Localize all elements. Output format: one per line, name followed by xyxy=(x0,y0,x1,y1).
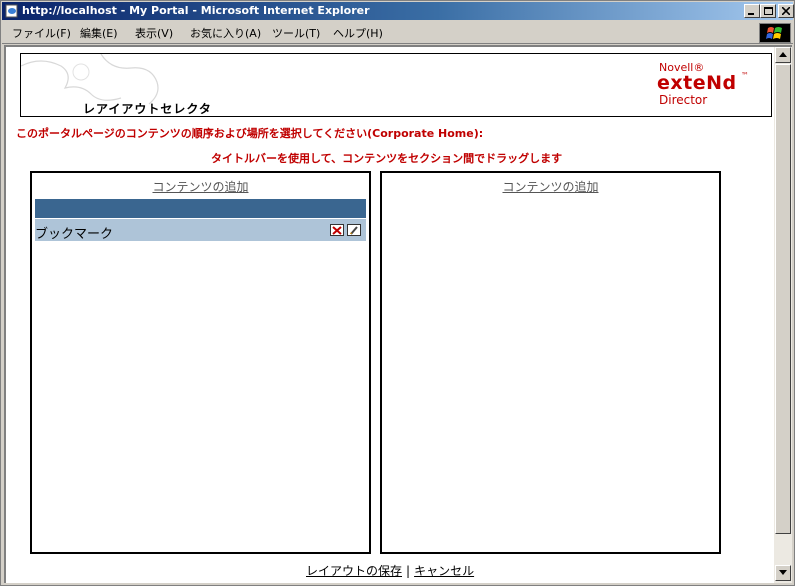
menu-edit[interactable]: 編集(E) xyxy=(80,26,118,41)
edit-portlet-icon[interactable] xyxy=(347,224,361,236)
remove-portlet-icon[interactable] xyxy=(330,224,344,236)
section-title-bar[interactable] xyxy=(35,199,366,218)
maximize-button[interactable] xyxy=(760,4,776,18)
scrollbar-thumb[interactable] xyxy=(775,64,791,534)
portlet-title: ブックマーク xyxy=(35,227,114,242)
instruction-drag: タイトルバーを使用して、コンテンツをセクション間でドラッグします xyxy=(211,152,563,165)
add-content-link[interactable]: コンテンツの追加 xyxy=(32,178,369,195)
header-banner: レアイアウトセレクタ Novell® exteNd ™ Director xyxy=(20,53,772,117)
browser-window: http://localhost - My Portal - Microsoft… xyxy=(0,0,795,586)
menu-view[interactable]: 表示(V) xyxy=(135,26,173,41)
cancel-link[interactable]: キャンセル xyxy=(414,564,474,578)
vertical-scrollbar[interactable] xyxy=(774,45,792,583)
scroll-up-button[interactable] xyxy=(775,47,791,63)
novell-logo: Novell® exteNd ™ Director xyxy=(657,60,757,110)
window-title: http://localhost - My Portal - Microsoft… xyxy=(22,4,370,17)
page-content: レアイアウトセレクタ Novell® exteNd ™ Director このポ… xyxy=(4,45,774,583)
save-layout-link[interactable]: レイアウトの保存 xyxy=(306,564,402,578)
menu-file[interactable]: ファイル(F) xyxy=(12,26,71,41)
windows-logo-icon xyxy=(759,23,791,43)
logo-extend-text: exteNd xyxy=(657,72,737,94)
logo-trademark: ™ xyxy=(741,71,749,80)
page-title: レアイアウトセレクタ xyxy=(83,102,212,116)
menu-help[interactable]: ヘルプ(H) xyxy=(333,26,383,41)
layout-section-right[interactable]: コンテンツの追加 xyxy=(380,171,721,554)
portlet-title-bar[interactable]: ブックマーク xyxy=(35,219,366,242)
menu-favorites[interactable]: お気に入り(A) xyxy=(190,26,261,41)
menu-tools[interactable]: ツール(T) xyxy=(272,26,320,41)
scroll-down-button[interactable] xyxy=(775,565,791,581)
logo-director-text: Director xyxy=(659,93,708,107)
add-content-link[interactable]: コンテンツの追加 xyxy=(382,178,719,195)
minimize-button[interactable] xyxy=(744,4,760,18)
footer-actions: レイアウトの保存 | キャンセル xyxy=(306,562,474,579)
title-bar[interactable]: http://localhost - My Portal - Microsoft… xyxy=(2,2,794,20)
footer-separator: | xyxy=(406,564,411,578)
instruction-select-order: このポータルページのコンテンツの順序および場所を選択してください(Corpora… xyxy=(16,127,484,140)
ie-page-icon xyxy=(5,4,19,18)
layout-section-left[interactable]: コンテンツの追加 ブックマーク xyxy=(30,171,371,554)
close-button[interactable] xyxy=(778,4,794,18)
menu-bar: ファイル(F) 編集(E) 表示(V) お気に入り(A) ツール(T) ヘルプ(… xyxy=(2,22,793,44)
